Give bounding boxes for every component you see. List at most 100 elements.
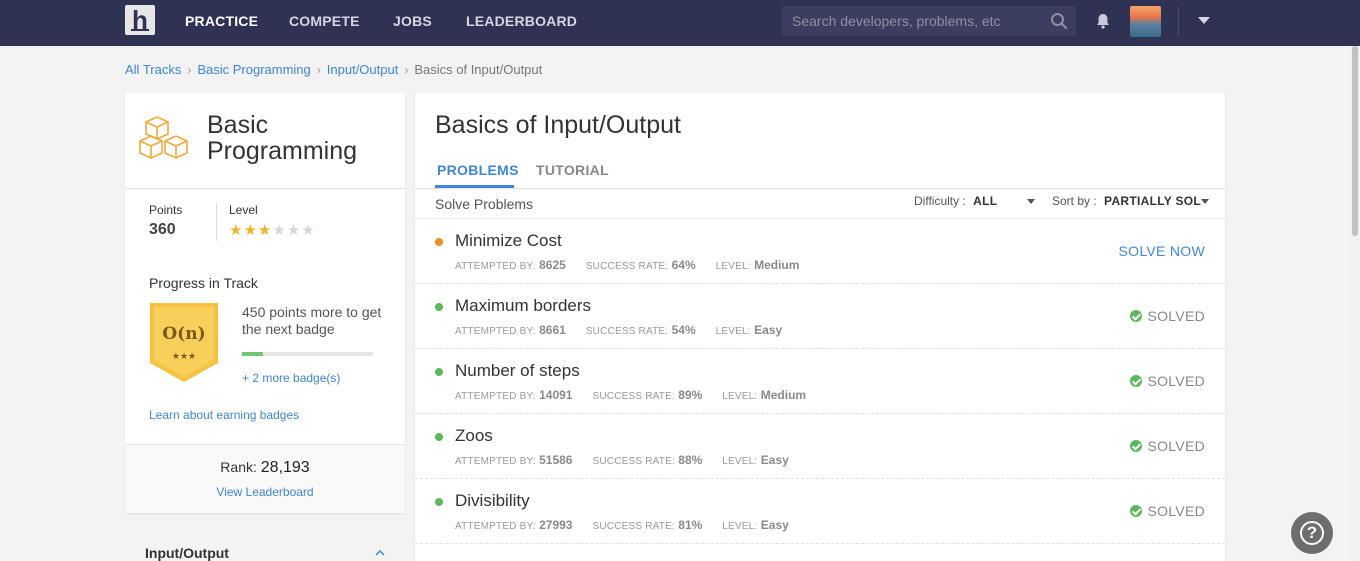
rank-box: Rank: 28,193 View Leaderboard	[125, 444, 405, 513]
success-label: SUCCESS RATE:	[585, 261, 669, 272]
search-icon[interactable]	[1050, 12, 1068, 30]
breadcrumb-current: Basics of Input/Output	[414, 62, 543, 77]
problem-meta: ATTEMPTED BY: 14091 SUCCESS RATE: 89% LEVE…	[455, 388, 826, 402]
nav-jobs[interactable]: JOBS	[393, 0, 432, 46]
divider	[415, 188, 1225, 189]
status-dot	[435, 368, 443, 376]
solve-now-button[interactable]: SOLVE NOW	[1119, 243, 1205, 259]
attempted-label: ATTEMPTED BY:	[455, 391, 536, 402]
level-value: Easy	[760, 518, 789, 532]
level-label: Level	[229, 203, 258, 217]
badge-icon: O(n) ★★★	[150, 303, 218, 382]
attempted-label: ATTEMPTED BY:	[455, 326, 536, 337]
solved-label: SOLVED	[1147, 308, 1205, 324]
points-value: 360	[149, 221, 176, 238]
check-circle-icon	[1130, 505, 1143, 517]
badge-stars: ★★★	[172, 352, 196, 362]
solved-status: SOLVED	[1130, 503, 1205, 519]
success-value: 89%	[678, 388, 703, 402]
more-badges-link[interactable]: + 2 more badge(s)	[242, 371, 340, 385]
solved-label: SOLVED	[1147, 438, 1205, 454]
view-leaderboard-link[interactable]: View Leaderboard	[125, 485, 405, 499]
check-circle-icon	[1130, 375, 1143, 387]
star-icon: ★	[286, 222, 302, 239]
level-label: LEVEL:	[715, 261, 751, 272]
problem-row[interactable]: Minimize Cost ATTEMPTED BY: 8625 SUCCESS R…	[415, 219, 1225, 284]
status-dot	[435, 433, 443, 441]
level-label: LEVEL:	[722, 391, 758, 402]
breadcrumb-input-output[interactable]: Input/Output	[327, 62, 399, 77]
top-nav: h PRACTICE COMPETE JOBS LEADERBOARD	[0, 0, 1360, 46]
divider	[216, 203, 217, 241]
notification-bell-icon[interactable]	[1094, 12, 1112, 30]
status-dot	[435, 498, 443, 506]
hackerearth-logo[interactable]: h	[125, 5, 155, 35]
problem-name[interactable]: Zoos	[455, 426, 493, 446]
success-value: 81%	[678, 518, 703, 532]
problem-name[interactable]: Maximum borders	[455, 296, 591, 316]
learn-badges-link[interactable]: Learn about earning badges	[149, 408, 299, 422]
solved-label: SOLVED	[1147, 503, 1205, 519]
solved-status: SOLVED	[1130, 308, 1205, 324]
level-value: Easy	[760, 453, 789, 467]
difficulty-value: ALL	[973, 194, 998, 208]
problem-name[interactable]: Divisibility	[455, 491, 530, 511]
check-circle-icon	[1130, 440, 1143, 452]
cubes-icon	[139, 116, 188, 159]
user-avatar[interactable]	[1130, 6, 1161, 37]
level-value: Medium	[754, 258, 800, 272]
attempted-label: ATTEMPTED BY:	[455, 521, 536, 532]
page-scrollbar[interactable]	[1350, 46, 1360, 561]
track-title-line1: Basic	[207, 111, 269, 139]
level-label: LEVEL:	[722, 456, 758, 467]
page-title: Basics of Input/Output	[435, 111, 681, 139]
star-icon: ★	[229, 222, 244, 239]
nav-divider	[1178, 6, 1179, 36]
attempted-label: ATTEMPTED BY:	[455, 261, 536, 272]
chevron-down-icon[interactable]	[1198, 17, 1210, 24]
points-label: Points	[149, 203, 183, 217]
help-button[interactable]: ?	[1291, 512, 1333, 554]
sort-filter[interactable]: Sort by : PARTIALLY SOL	[1052, 194, 1210, 208]
problem-meta: ATTEMPTED BY: 8625 SUCCESS RATE: 64% LEVEL…	[455, 258, 819, 272]
rank-label: Rank:	[220, 459, 257, 475]
success-label: SUCCESS RATE:	[592, 391, 675, 402]
breadcrumb-separator: ›	[404, 63, 409, 77]
difficulty-filter[interactable]: Difficulty : ALL	[914, 194, 1035, 208]
success-value: 54%	[671, 323, 696, 337]
problem-name[interactable]: Number of steps	[455, 361, 580, 381]
section-title-input-output[interactable]: Input/Output	[145, 545, 229, 561]
success-label: SUCCESS RATE:	[585, 326, 669, 337]
level-value: Medium	[760, 388, 807, 402]
star-icon: ★	[257, 222, 273, 239]
attempted-value: 8661	[539, 323, 566, 337]
level-label: LEVEL:	[715, 326, 751, 337]
attempted-value: 14091	[539, 388, 573, 402]
solved-label: SOLVED	[1147, 373, 1205, 389]
problem-row[interactable]: Divisibility ATTEMPTED BY: 27993 SUCCESS R…	[415, 479, 1225, 544]
breadcrumb-basic-programming[interactable]: Basic Programming	[197, 62, 310, 77]
chevron-up-icon[interactable]	[375, 548, 385, 558]
problem-name[interactable]: Minimize Cost	[455, 231, 562, 251]
sort-value: PARTIALLY SOL	[1104, 194, 1202, 208]
nav-compete[interactable]: COMPETE	[289, 0, 360, 46]
chevron-down-icon	[1201, 199, 1210, 205]
nav-leaderboard[interactable]: LEADERBOARD	[466, 0, 577, 46]
nav-practice[interactable]: PRACTICE	[185, 0, 258, 46]
success-label: SUCCESS RATE:	[592, 456, 675, 467]
badge-progress-text: 450 points more to get the next badge	[242, 304, 382, 337]
level-label: LEVEL:	[722, 521, 758, 532]
badge-progress-bar	[242, 352, 373, 356]
track-summary-card: Basic Programming Points 360 Level ★★★★★…	[125, 93, 405, 513]
tab-problems[interactable]: PROBLEMS	[437, 162, 519, 178]
problem-row[interactable]: Number of steps ATTEMPTED BY: 14091 SUCCES…	[415, 349, 1225, 414]
breadcrumb-separator: ›	[316, 63, 321, 77]
problem-row[interactable]: Maximum borders ATTEMPTED BY: 8661 SUCCESS…	[415, 284, 1225, 349]
rank-value: 28,193	[260, 459, 310, 476]
problem-meta: ATTEMPTED BY: 27993 SUCCESS RATE: 81% LEVE…	[455, 518, 809, 532]
breadcrumb-all-tracks[interactable]: All Tracks	[125, 62, 181, 77]
problems-card: Basics of Input/Output PROBLEMS TUTORIAL…	[415, 93, 1225, 561]
search-input[interactable]	[782, 6, 1042, 36]
problem-row[interactable]: Zoos ATTEMPTED BY: 51586 SUCCESS RATE: 88%…	[415, 414, 1225, 479]
tab-tutorial[interactable]: TUTORIAL	[536, 162, 609, 178]
